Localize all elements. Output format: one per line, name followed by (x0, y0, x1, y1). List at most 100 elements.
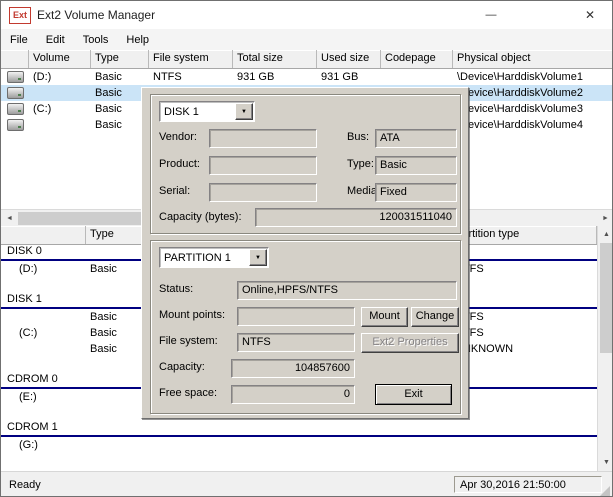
cell-label: CDROM 0 (7, 373, 58, 385)
cell-label: CDROM 1 (7, 421, 58, 433)
ext2-volume-manager-window: Ext Ext2 Volume Manager — ✕ File Edit To… (0, 0, 613, 497)
column-header-codepage[interactable]: Codepage (381, 50, 453, 68)
cell-file-system: NTFS (153, 71, 182, 83)
status-datetime: Apr 30,2016 21:50:00 (454, 476, 602, 493)
cell-physical-object: \Device\HarddiskVolume3 (457, 103, 583, 115)
disk-selector-combobox[interactable]: DISK 1 ▼ (159, 101, 255, 122)
type-label: Type: (347, 158, 374, 170)
status-label: Status: (159, 283, 194, 295)
partition-selector-combobox[interactable]: PARTITION 1 ▼ (159, 247, 269, 268)
cell-label: (G:) (19, 439, 38, 451)
column-header-file-system[interactable]: File system (149, 50, 233, 68)
menu-tools[interactable]: Tools (74, 31, 118, 49)
drive-icon (6, 119, 24, 131)
cell-volume: (D:) (33, 71, 52, 83)
cell-label: (D:) (19, 263, 38, 275)
column-header-name[interactable] (1, 226, 86, 244)
column-header-type[interactable]: Type (91, 50, 149, 68)
capacity-bytes-label: Capacity (bytes): (159, 211, 242, 223)
free-space-label: Free space: (159, 387, 218, 399)
volume-row-d[interactable]: (D:) Basic NTFS 931 GB 931 GB \Device\Ha… (1, 69, 612, 85)
partition-capacity-label: Capacity: (159, 361, 205, 373)
window-title: Ext2 Volume Manager (37, 8, 156, 22)
file-system-field: NTFS (237, 333, 355, 352)
capacity-bytes-field: 120031511040 (255, 208, 457, 227)
partition-groupbox: PARTITION 1 ▼ Status: Online,HPFS/NTFS M… (150, 240, 461, 414)
vertical-scrollbar[interactable]: ▲ ▼ (597, 226, 612, 471)
cell-volume: (C:) (33, 103, 52, 115)
scroll-up-icon[interactable]: ▲ (598, 226, 612, 243)
chevron-down-icon[interactable]: ▼ (249, 249, 267, 266)
ext2-properties-button: Ext2 Properties (361, 333, 459, 353)
free-space-field: 0 (231, 385, 355, 404)
type-field: Basic (375, 156, 457, 175)
bus-label: Bus: (347, 131, 370, 143)
cell-partition-type: NTFS (455, 311, 484, 323)
media-field: Fixed (375, 183, 457, 202)
cell-partition-type (451, 389, 597, 405)
cell-type (86, 437, 451, 453)
bus-field: ATA (375, 129, 457, 148)
product-label: Product: (159, 158, 200, 170)
cell-partition-type (451, 437, 597, 453)
menu-edit[interactable]: Edit (37, 31, 74, 49)
cell-label (1, 341, 86, 357)
cell-label: DISK 0 (7, 245, 42, 257)
titlebar: Ext Ext2 Volume Manager — ✕ (1, 1, 612, 29)
serial-label: Serial: (159, 185, 191, 197)
disk-selector-value: DISK 1 (164, 106, 199, 118)
column-header-volume[interactable]: Volume (29, 50, 91, 68)
scroll-down-icon[interactable]: ▼ (598, 454, 612, 471)
menubar: File Edit Tools Help (1, 29, 612, 51)
menu-file[interactable]: File (1, 31, 37, 49)
cell-label (1, 309, 86, 325)
status-field: Online,HPFS/NTFS (237, 281, 457, 300)
cell-total-size: 931 GB (237, 71, 275, 83)
mount-points-field[interactable] (237, 307, 355, 326)
cell-physical-object: \Device\HarddiskVolume4 (457, 119, 583, 131)
change-button[interactable]: Change (411, 307, 459, 327)
cell-physical-object: \Device\HarddiskVolume1 (457, 71, 583, 83)
cell-codepage (381, 69, 453, 85)
status-text: Ready (9, 479, 41, 491)
column-header-total-size[interactable]: Total size (233, 50, 317, 68)
column-header-icon[interactable] (1, 50, 29, 68)
product-field (209, 156, 317, 175)
menu-help[interactable]: Help (117, 31, 158, 49)
cell-used-size: 931 GB (321, 71, 359, 83)
serial-field (209, 183, 317, 202)
volume-list-header: Volume Type File system Total size Used … (1, 50, 612, 69)
scroll-left-icon[interactable]: ◄ (1, 210, 18, 227)
resize-grip-icon[interactable] (599, 486, 610, 496)
cell-label: (C:) (19, 327, 38, 339)
close-button-icon[interactable]: ✕ (567, 1, 612, 29)
drive-icon (6, 71, 24, 83)
column-header-partition-type[interactable]: Partition type (451, 226, 597, 244)
vendor-label: Vendor: (159, 131, 197, 143)
partition-capacity-field: 104857600 (231, 359, 355, 378)
disk-properties-dialog: DISK 1 ▼ Vendor: Bus: ATA Product: Type:… (141, 87, 469, 419)
disk-groupbox: DISK 1 ▼ Vendor: Bus: ATA Product: Type:… (150, 94, 461, 234)
cell-partition-type: NTFS (455, 263, 484, 275)
disk-row[interactable]: (G:) (1, 437, 597, 453)
mount-button[interactable]: Mount (361, 307, 408, 327)
status-bar: Ready Apr 30,2016 21:50:00 (1, 471, 612, 496)
drive-icon (6, 87, 24, 99)
file-system-label: File system: (159, 335, 218, 347)
column-header-physical-object[interactable]: Physical object (453, 50, 612, 68)
cell-physical-object: \Device\HarddiskVolume2 (457, 87, 583, 99)
vendor-field (209, 129, 317, 148)
column-header-used-size[interactable]: Used size (317, 50, 381, 68)
minimize-button-icon[interactable]: — (468, 1, 514, 29)
drive-icon (6, 103, 24, 115)
scroll-right-icon[interactable]: ► (597, 210, 612, 227)
cell-label: (E:) (19, 391, 37, 403)
app-icon: Ext (9, 6, 31, 24)
cdrom1-group-row[interactable]: CDROM 1 (1, 421, 597, 437)
exit-button[interactable]: Exit (375, 384, 452, 405)
cell-label: DISK 1 (7, 293, 42, 305)
cell-type: Basic (95, 71, 122, 83)
cell-volume (29, 117, 91, 133)
chevron-down-icon[interactable]: ▼ (235, 103, 253, 120)
vertical-scroll-thumb[interactable] (600, 243, 612, 353)
